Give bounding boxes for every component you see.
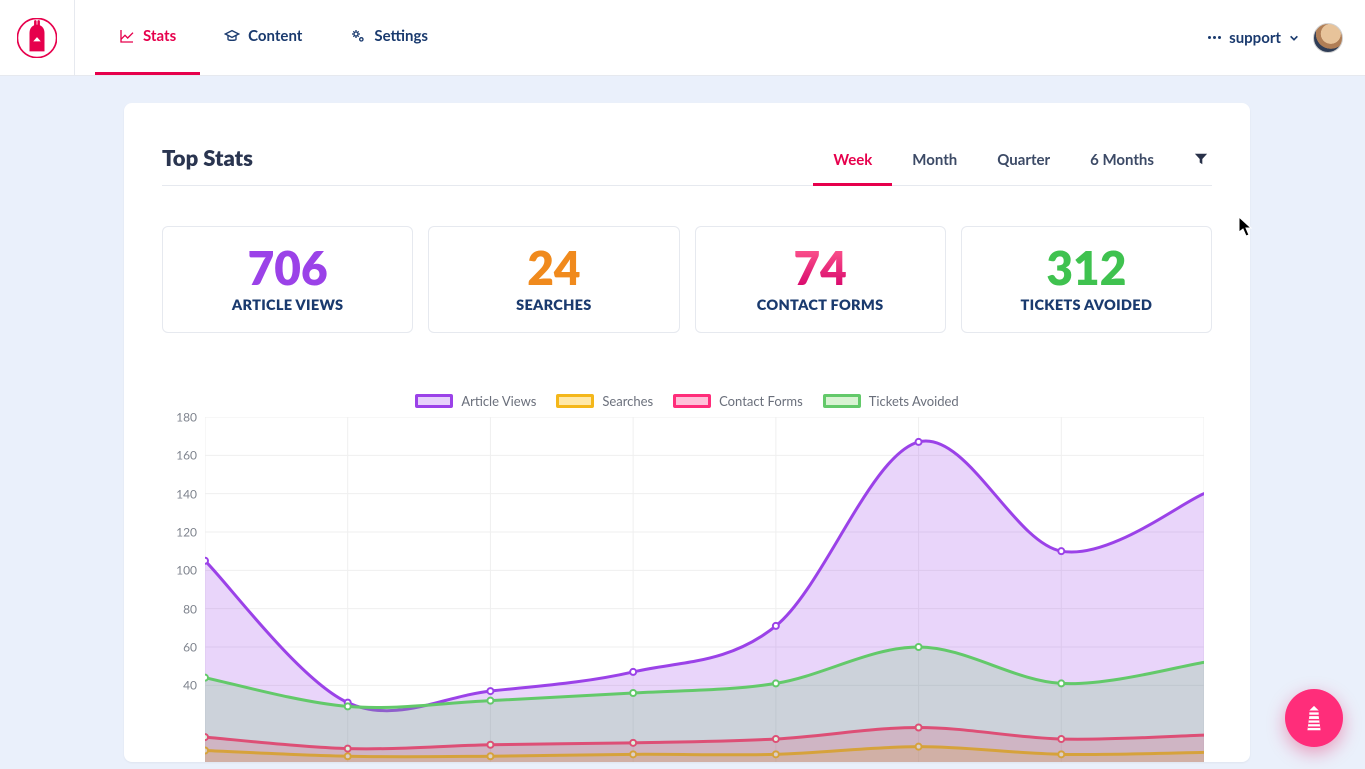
y-tick-label: 180 <box>176 410 197 425</box>
date-range-tabs: Week Month Quarter 6 Months <box>813 141 1212 175</box>
nav-tab-label: Settings <box>374 27 428 45</box>
tile-label: ARTICLE VIEWS <box>173 297 402 314</box>
chart-line-icon <box>119 28 135 44</box>
legend-item[interactable]: Tickets Avoided <box>823 393 959 409</box>
chart-y-axis: 180160140120100806040 <box>165 417 203 762</box>
range-tab-quarter[interactable]: Quarter <box>977 141 1070 186</box>
range-tab-week[interactable]: Week <box>813 141 892 186</box>
nav-tab-settings[interactable]: Settings <box>326 0 452 75</box>
nav-tab-label: Content <box>248 27 302 45</box>
nav-tab-stats[interactable]: Stats <box>95 0 200 75</box>
y-tick-label: 120 <box>176 525 197 540</box>
account-dropdown[interactable]: support <box>1208 29 1299 47</box>
tile-label: CONTACT FORMS <box>706 297 935 314</box>
card-title: Top Stats <box>162 144 253 171</box>
lighthouse-icon <box>1299 703 1329 733</box>
y-tick-label: 80 <box>183 601 197 616</box>
y-tick-label: 100 <box>176 563 197 578</box>
tile-article-views[interactable]: 706 ARTICLE VIEWS <box>162 226 413 333</box>
legend-item[interactable]: Contact Forms <box>673 393 803 409</box>
help-widget-button[interactable] <box>1285 689 1343 747</box>
top-stats-card: Top Stats Week Month Quarter 6 Months 70… <box>124 103 1250 762</box>
legend-swatch-icon <box>823 394 861 408</box>
tile-label: TICKETS AVOIDED <box>972 297 1201 314</box>
y-tick-label: 140 <box>176 486 197 501</box>
top-nav: Stats Content Settings support <box>0 0 1365 76</box>
chart-plot[interactable] <box>205 417 1204 762</box>
brand-logo[interactable] <box>0 0 75 75</box>
chart-legend: Article Views Searches Contact Forms Tic… <box>162 393 1212 409</box>
chevron-down-icon <box>1289 33 1299 43</box>
filter-icon <box>1194 152 1208 166</box>
y-tick-label: 160 <box>176 448 197 463</box>
tile-contact-forms[interactable]: 74 CONTACT FORMS <box>695 226 946 333</box>
legend-swatch-icon <box>415 394 453 408</box>
graduation-cap-icon <box>224 28 240 44</box>
nav-tab-content[interactable]: Content <box>200 0 326 75</box>
legend-swatch-icon <box>673 394 711 408</box>
avatar[interactable] <box>1313 23 1343 53</box>
tile-tickets-avoided[interactable]: 312 TICKETS AVOIDED <box>961 226 1212 333</box>
account-label: support <box>1229 29 1281 47</box>
tile-value: 312 <box>972 245 1201 291</box>
stat-tiles: 706 ARTICLE VIEWS 24 SEARCHES 74 CONTACT… <box>162 226 1212 333</box>
y-tick-label: 60 <box>183 640 197 655</box>
tile-value: 706 <box>173 245 402 291</box>
tile-label: SEARCHES <box>439 297 668 314</box>
filter-button[interactable] <box>1174 143 1212 184</box>
legend-item[interactable]: Article Views <box>415 393 536 409</box>
account-area: support <box>1208 0 1365 75</box>
tile-searches[interactable]: 24 SEARCHES <box>428 226 679 333</box>
gears-icon <box>350 28 366 44</box>
ellipsis-icon <box>1208 36 1221 39</box>
brand-logo-icon <box>17 18 57 58</box>
primary-nav: Stats Content Settings <box>75 0 452 75</box>
range-tab-month[interactable]: Month <box>892 141 977 186</box>
chart: Article Views Searches Contact Forms Tic… <box>162 393 1212 762</box>
legend-item[interactable]: Searches <box>556 393 653 409</box>
legend-swatch-icon <box>556 394 594 408</box>
nav-tab-label: Stats <box>143 27 176 45</box>
tile-value: 74 <box>706 245 935 291</box>
range-tab-6months[interactable]: 6 Months <box>1070 141 1174 186</box>
tile-value: 24 <box>439 245 668 291</box>
y-tick-label: 40 <box>183 678 197 693</box>
